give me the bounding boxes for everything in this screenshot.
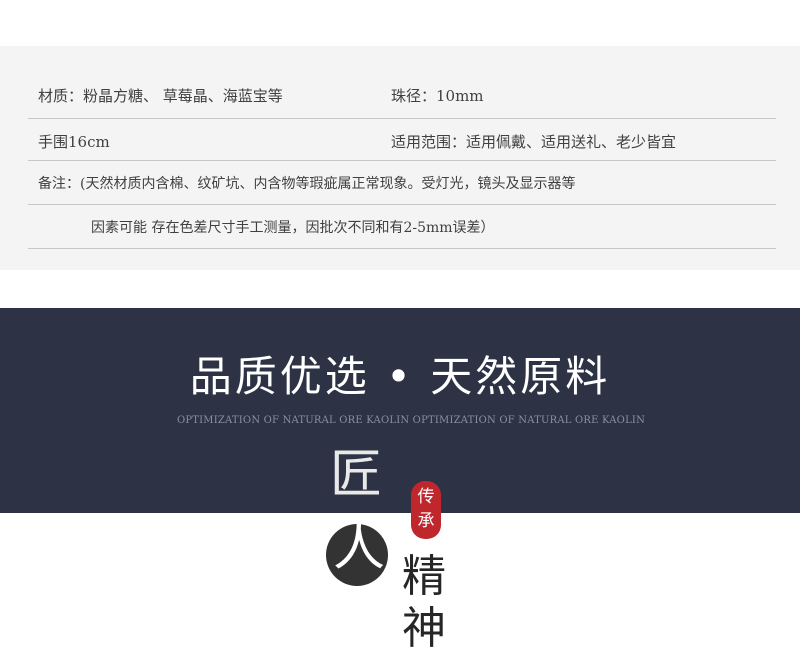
spec-note-line1: 备注：(天然材质内含棉、纹矿坑、内含物等瑕疵属正常现象。受灯光，镜头及显示器等 [38,176,576,192]
craft-shen: 神 [402,603,446,654]
spec-diameter: 珠径：10mm [391,87,484,105]
banner-subtitle: OPTIMIZATION OF NATURAL ORE KAOLIN OPTIM… [176,415,646,426]
craft-jiang: 匠 [330,445,383,505]
craft-ren: 人 [333,518,386,578]
spec-row-material: 材质：粉晶方糖、 草莓晶、海蓝宝等 珠径：10mm [28,72,776,119]
spec-row-wrist: 手围16cm 适用范围：适用佩戴、适用送礼、老少皆宜 [28,118,776,161]
craft-seal: 传 承 [411,481,441,539]
seal-line1: 传 [417,487,435,507]
craft-jing: 精 [402,551,446,602]
spec-usage: 适用范围：适用佩戴、适用送礼、老少皆宜 [391,133,677,151]
banner [0,308,800,513]
spec-row-note-cont: 因素可能 存在色差尺寸手工测量，因批次不同和有2-5mm误差） [28,204,776,249]
seal-line2: 承 [417,511,435,531]
spec-note-line2: 因素可能 存在色差尺寸手工测量，因批次不同和有2-5mm误差） [91,220,495,236]
spec-wrist: 手围16cm [38,133,110,151]
spec-material: 材质：粉晶方糖、 草莓晶、海蓝宝等 [38,87,283,105]
spec-row-note: 备注：(天然材质内含棉、纹矿坑、内含物等瑕疵属正常现象。受灯光，镜头及显示器等 [28,160,776,205]
banner-title: 品质优选 • 天然原料 [189,352,611,401]
